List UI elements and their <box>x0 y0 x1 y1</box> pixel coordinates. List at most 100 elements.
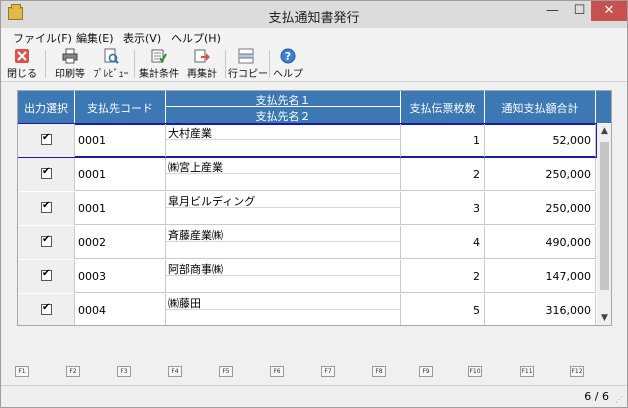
f11-key[interactable]: F11 <box>520 366 534 377</box>
scroll-down-icon[interactable]: ▼ <box>597 311 611 325</box>
count-cell[interactable]: 5 <box>401 294 485 325</box>
count-cell[interactable]: 2 <box>401 260 485 293</box>
preview-label: ﾌﾟﾚﾋﾞｭｰ <box>93 69 129 80</box>
header-select[interactable]: 出力選択 <box>18 91 75 123</box>
f1-key[interactable]: F1 <box>15 366 29 377</box>
name-cell[interactable]: 阿部商事㈱ <box>166 260 401 293</box>
f6-key[interactable]: F6 <box>270 366 284 377</box>
table-row[interactable]: 0004 ㈱藤田 5 316,000 <box>18 294 596 325</box>
header-code[interactable]: 支払先コード <box>75 91 166 123</box>
amount-cell[interactable]: 316,000 <box>485 294 596 325</box>
select-cell <box>18 294 75 325</box>
name-cell[interactable]: 斉藤産業㈱ <box>166 226 401 259</box>
vertical-scrollbar[interactable]: ▲ ▼ <box>597 124 611 325</box>
amount-value: 250,000 <box>545 202 592 215</box>
header-select-label: 出力選択 <box>24 102 68 115</box>
code-cell[interactable]: 0001 <box>75 192 166 225</box>
code-cell[interactable]: 0004 <box>75 294 166 325</box>
print-button[interactable]: 印刷等 <box>53 46 87 80</box>
amount-cell[interactable]: 147,000 <box>485 260 596 293</box>
row-copy-button[interactable]: 行コピー <box>228 46 268 80</box>
name-divider <box>166 207 400 208</box>
select-cell <box>18 192 75 225</box>
f5-key[interactable]: F5 <box>219 366 233 377</box>
count-cell[interactable]: 4 <box>401 226 485 259</box>
table-row[interactable]: 0001 ㈱宮上産業 2 250,000 <box>18 158 596 191</box>
printer-icon <box>62 48 78 64</box>
menu-file[interactable]: ファイル(F) <box>13 30 72 46</box>
preview-button[interactable]: ﾌﾟﾚﾋﾞｭｰ <box>91 46 131 80</box>
code-cell[interactable]: 0001 <box>75 158 166 191</box>
count-cell[interactable]: 3 <box>401 192 485 225</box>
select-cell <box>18 260 75 293</box>
close-window-button[interactable]: ✕ <box>591 1 627 21</box>
scroll-up-icon[interactable]: ▲ <box>597 124 611 138</box>
output-checkbox[interactable] <box>41 200 52 213</box>
header-amount[interactable]: 通知支払額合計 <box>485 91 596 123</box>
amount-cell[interactable]: 250,000 <box>485 158 596 191</box>
f7-key[interactable]: F7 <box>321 366 335 377</box>
menu-view[interactable]: 表示(V) <box>123 30 161 46</box>
payment-grid: 出力選択 支払先コード 支払先名１ 支払先名２ 支払伝票枚数 通知支払額合計 0… <box>17 90 612 326</box>
name-cell[interactable]: 大村産業 <box>166 124 401 157</box>
output-checkbox[interactable] <box>41 268 52 281</box>
f9-key[interactable]: F9 <box>419 366 433 377</box>
amount-cell[interactable]: 490,000 <box>485 226 596 259</box>
minimize-button[interactable]: — <box>539 1 566 21</box>
resize-grip-icon[interactable]: ⋰ <box>615 395 625 405</box>
recalc-button[interactable]: 再集計 <box>185 46 219 80</box>
close-icon <box>15 49 29 63</box>
name-cell[interactable]: 皐月ビルディング <box>166 192 401 225</box>
name-divider <box>166 241 400 242</box>
header-name[interactable]: 支払先名１ 支払先名２ <box>166 91 401 123</box>
table-row[interactable]: 0001 大村産業 1 52,000 <box>18 123 597 158</box>
table-row[interactable]: 0001 皐月ビルディング 3 250,000 <box>18 192 596 225</box>
criteria-button[interactable]: 集計条件 <box>137 46 181 80</box>
f10-key[interactable]: F10 <box>468 366 482 377</box>
app-window: 支払通知書発行 — ☐ ✕ ファイル(F) 編集(E) 表示(V) ヘルプ(H)… <box>0 0 628 408</box>
code-value: 0002 <box>78 236 106 249</box>
code-cell[interactable]: 0003 <box>75 260 166 293</box>
menu-edit[interactable]: 編集(E) <box>76 30 114 46</box>
count-cell[interactable]: 1 <box>401 124 485 157</box>
table-row[interactable]: 0003 阿部商事㈱ 2 147,000 <box>18 260 596 293</box>
close-tool-button[interactable]: 閉じる <box>5 46 39 80</box>
f4-key[interactable]: F4 <box>168 366 182 377</box>
amount-cell[interactable]: 250,000 <box>485 192 596 225</box>
header-divider <box>166 106 400 107</box>
header-count[interactable]: 支払伝票枚数 <box>401 91 485 123</box>
code-value: 0001 <box>78 168 106 181</box>
amount-value: 52,000 <box>552 134 592 147</box>
f12-key[interactable]: F12 <box>570 366 584 377</box>
maximize-button[interactable]: ☐ <box>566 1 593 21</box>
toolbar-separator <box>134 50 135 78</box>
title-bar[interactable]: 支払通知書発行 — ☐ ✕ <box>1 1 627 28</box>
name-cell[interactable]: ㈱宮上産業 <box>166 158 401 191</box>
table-row[interactable]: 0002 斉藤産業㈱ 4 490,000 <box>18 226 596 259</box>
output-checkbox[interactable] <box>41 234 52 247</box>
output-checkbox[interactable] <box>41 132 52 145</box>
name-divider <box>166 309 400 310</box>
row-copy-label: 行コピー <box>228 69 268 80</box>
output-checkbox[interactable] <box>41 166 52 179</box>
recalc-icon <box>194 49 210 63</box>
name-cell[interactable]: ㈱藤田 <box>166 294 401 325</box>
count-value: 2 <box>473 168 480 181</box>
count-cell[interactable]: 2 <box>401 158 485 191</box>
amount-cell[interactable]: 52,000 <box>485 124 596 157</box>
menu-help[interactable]: ヘルプ(H) <box>171 30 221 46</box>
code-cell[interactable]: 0002 <box>75 226 166 259</box>
scroll-thumb[interactable] <box>600 142 609 290</box>
help-button[interactable]: ? ヘルプ <box>273 46 303 80</box>
f3-key[interactable]: F3 <box>117 366 131 377</box>
select-cell <box>18 226 75 259</box>
code-value: 0001 <box>78 134 106 147</box>
amount-value: 147,000 <box>545 270 592 283</box>
code-value: 0004 <box>78 304 106 317</box>
count-value: 1 <box>473 134 480 147</box>
header-code-label: 支払先コード <box>87 102 153 115</box>
code-cell[interactable]: 0001 <box>75 124 166 157</box>
output-checkbox[interactable] <box>41 302 52 315</box>
f2-key[interactable]: F2 <box>66 366 80 377</box>
f8-key[interactable]: F8 <box>372 366 386 377</box>
